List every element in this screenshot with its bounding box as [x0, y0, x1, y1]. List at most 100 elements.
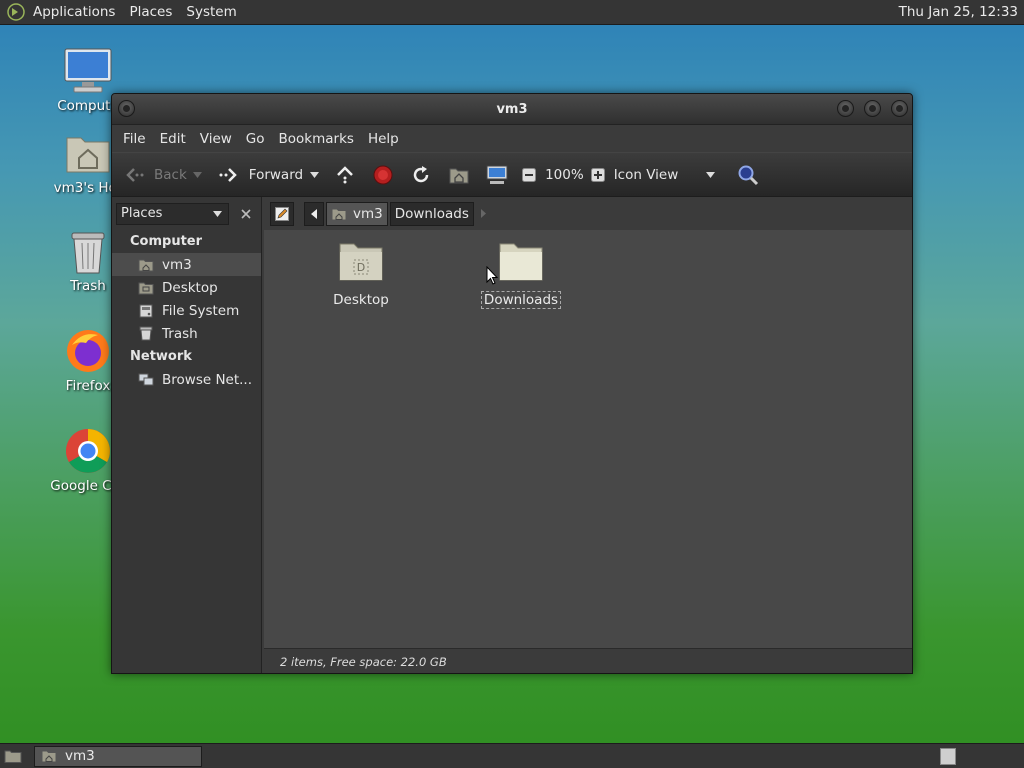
side-pane-selector[interactable]: Places — [116, 202, 230, 225]
close-button[interactable] — [891, 100, 908, 117]
sidebar-item-file-system[interactable]: File System — [112, 299, 261, 322]
path-segment-label: vm3 — [353, 205, 383, 222]
side-pane-header: Places — [112, 197, 261, 230]
path-scroll-right-button[interactable] — [476, 202, 492, 226]
applications-menu[interactable]: Applications — [26, 0, 122, 25]
home-icon — [138, 257, 154, 273]
home-folder-icon — [41, 750, 57, 763]
chrome-icon — [63, 426, 113, 476]
sidebar-item-label: File System — [162, 302, 240, 319]
up-arrow-icon — [333, 163, 357, 187]
view-mode-label: Icon View — [613, 166, 679, 183]
svg-text:D: D — [357, 261, 365, 274]
status-bar: 2 items, Free space: 22.0 GB — [264, 648, 912, 673]
file-name: Desktop — [333, 292, 389, 308]
desktop-folder-icon — [138, 280, 154, 296]
location-bar: vm3 Downloads — [264, 197, 912, 230]
chevron-down-icon — [704, 171, 718, 178]
maximize-button[interactable] — [864, 100, 881, 117]
up-button[interactable] — [333, 160, 357, 190]
back-label: Back — [154, 166, 187, 183]
zoom-out-button[interactable] — [517, 160, 541, 190]
close-icon[interactable] — [235, 203, 257, 225]
forward-history-dropdown[interactable] — [307, 171, 321, 178]
window-menu-button[interactable] — [118, 100, 135, 117]
toggle-location-entry-button[interactable] — [270, 201, 294, 226]
view-mode-select[interactable]: Icon View — [614, 160, 718, 190]
sidebar-item-label: Desktop — [162, 279, 218, 296]
taskbar-item-label: vm3 — [65, 748, 95, 764]
back-button[interactable]: Back — [122, 160, 187, 190]
bottom-panel: vm3 — [0, 743, 1024, 768]
back-history-dropdown[interactable] — [191, 171, 205, 178]
sidebar-item-label: vm3 — [162, 256, 192, 273]
computer-icon — [485, 163, 509, 187]
side-pane: Places Computer vm3 Desktop File System … — [112, 197, 262, 673]
menu-help[interactable]: Help — [361, 131, 406, 147]
mate-logo-icon[interactable] — [6, 2, 26, 22]
system-menu[interactable]: System — [179, 0, 243, 25]
reload-icon — [409, 163, 433, 187]
desktop-folder-icon: D — [339, 243, 383, 281]
edit-pencil-icon — [275, 206, 289, 221]
path-scroll-left-button[interactable] — [304, 201, 324, 226]
zoom-out-icon — [517, 163, 541, 187]
reload-button[interactable] — [409, 160, 433, 190]
path-button-vm3[interactable]: vm3 — [326, 201, 388, 226]
home-folder-icon — [447, 163, 471, 187]
file-manager-window: vm3 File Edit View Go Bookmarks Help Bac… — [111, 93, 913, 674]
chevron-right-icon — [481, 209, 487, 218]
folder-icon — [499, 243, 543, 281]
home-button[interactable] — [447, 160, 471, 190]
path-segment-label: Downloads — [394, 205, 469, 222]
places-menu[interactable]: Places — [122, 0, 179, 25]
sidebar-item-trash[interactable]: Trash — [112, 322, 261, 345]
search-button[interactable] — [736, 160, 760, 190]
sidebar-item-label: Trash — [162, 325, 198, 342]
home-folder-icon — [63, 128, 113, 178]
section-heading-network: Network — [130, 349, 192, 364]
file-item-desktop[interactable]: D Desktop — [311, 240, 411, 308]
search-icon — [736, 163, 760, 187]
forward-label: Forward — [248, 166, 304, 183]
menu-file[interactable]: File — [116, 131, 153, 147]
sidebar-item-browse-network[interactable]: Browse Net... — [112, 368, 261, 391]
menu-view[interactable]: View — [193, 131, 239, 147]
sidebar-item-desktop[interactable]: Desktop — [112, 276, 261, 299]
forward-button[interactable]: Forward — [217, 160, 303, 190]
taskbar-item-vm3[interactable]: vm3 — [34, 745, 202, 767]
panel-menu: Applications Places System — [0, 0, 244, 25]
sidebar-item-vm3[interactable]: vm3 — [112, 253, 261, 276]
back-arrow-icon — [122, 163, 146, 187]
network-icon — [138, 372, 154, 388]
workspace-switcher[interactable] — [940, 747, 956, 765]
sidebar-item-label: Browse Net... — [162, 371, 253, 388]
menu-bar: File Edit View Go Bookmarks Help — [112, 125, 912, 152]
menu-go[interactable]: Go — [239, 131, 272, 147]
status-text: 2 items, Free space: 22.0 GB — [280, 655, 447, 669]
minimize-button[interactable] — [837, 100, 854, 117]
title-bar[interactable]: vm3 — [112, 94, 912, 125]
section-heading-computer: Computer — [130, 234, 203, 249]
chevron-down-icon — [210, 210, 224, 217]
home-icon — [331, 208, 347, 220]
zoom-level[interactable]: 100% — [545, 160, 584, 190]
file-name: Downloads — [480, 291, 562, 309]
zoom-in-button[interactable] — [586, 160, 610, 190]
top-panel: Applications Places System Thu Jan 25, 1… — [0, 0, 1024, 25]
forward-arrow-icon — [217, 163, 241, 187]
file-view[interactable]: D Desktop Downloads — [264, 230, 912, 648]
mouse-cursor-icon — [486, 266, 498, 285]
chevron-left-icon — [311, 208, 317, 219]
zoom-in-icon — [586, 163, 610, 187]
computer-button[interactable] — [485, 160, 509, 190]
drive-icon — [138, 303, 154, 319]
stop-button[interactable] — [371, 160, 395, 190]
path-button-downloads[interactable]: Downloads — [389, 201, 474, 226]
menu-edit[interactable]: Edit — [153, 131, 193, 147]
show-desktop-icon[interactable] — [4, 748, 22, 764]
menu-bookmarks[interactable]: Bookmarks — [272, 131, 361, 147]
stop-icon — [371, 163, 395, 187]
clock[interactable]: Thu Jan 25, 12:33 — [899, 4, 1024, 20]
trash-icon — [63, 226, 113, 276]
